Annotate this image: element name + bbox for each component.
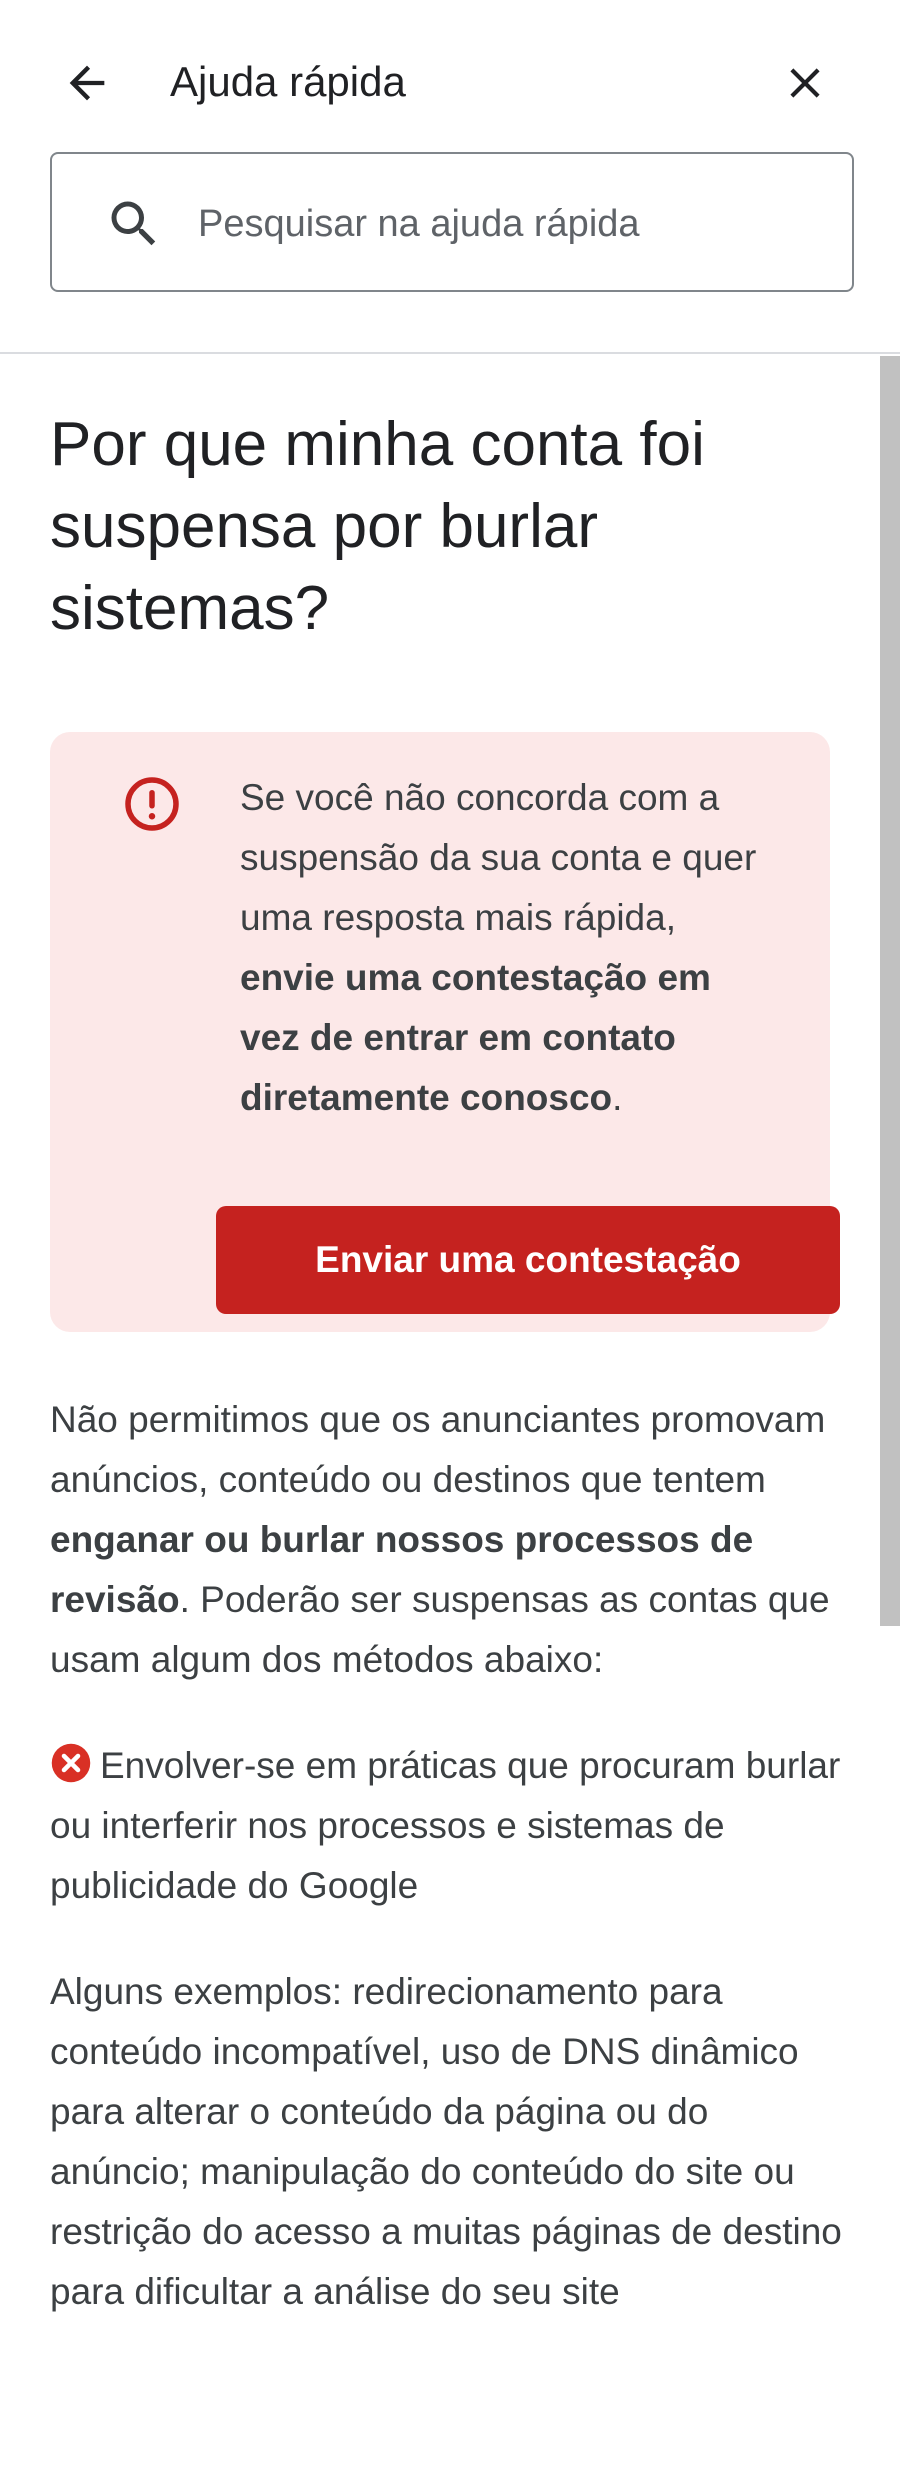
callout-text-end: .	[612, 1077, 623, 1118]
article-title: Por que minha conta foi suspensa por bur…	[50, 410, 705, 643]
article-content: Por que minha conta foi suspensa por bur…	[50, 354, 850, 2322]
examples-paragraph: Alguns exemplos: redirecionamento para c…	[50, 1971, 842, 2312]
cancel-x-icon	[51, 1743, 91, 1783]
quick-help-header: Ajuda rápida	[0, 0, 900, 354]
callout-text: Se você não concorda com a suspensão da …	[240, 768, 780, 1128]
scrollbar-thumb[interactable]	[880, 356, 900, 1626]
back-button[interactable]	[52, 48, 122, 118]
close-button[interactable]	[770, 48, 840, 118]
prohibited-practice-item: Envolver-se em práticas que procuram bur…	[50, 1736, 850, 1916]
search-input[interactable]	[194, 184, 834, 264]
arrow-back-icon	[69, 65, 105, 101]
prohibited-practice-text: Envolver-se em práticas que procuram bur…	[50, 1745, 841, 1906]
submit-appeal-button[interactable]: Enviar uma contestação	[216, 1206, 840, 1314]
intro-paragraph: Não permitimos que os anunciantes promov…	[50, 1390, 850, 1690]
search-box	[50, 152, 854, 292]
appeal-callout: Se você não concorda com a suspensão da …	[50, 732, 840, 1332]
intro-text-1: Não permitimos que os anunciantes promov…	[50, 1399, 826, 1500]
close-icon	[790, 68, 820, 98]
callout-text-plain: Se você não concorda com a suspensão da …	[240, 777, 757, 938]
search-icon	[111, 201, 156, 246]
callout-text-bold: envie uma contestação em vez de entrar e…	[240, 957, 711, 1118]
error-icon	[125, 777, 179, 831]
panel-title: Ajuda rápida	[170, 58, 406, 105]
